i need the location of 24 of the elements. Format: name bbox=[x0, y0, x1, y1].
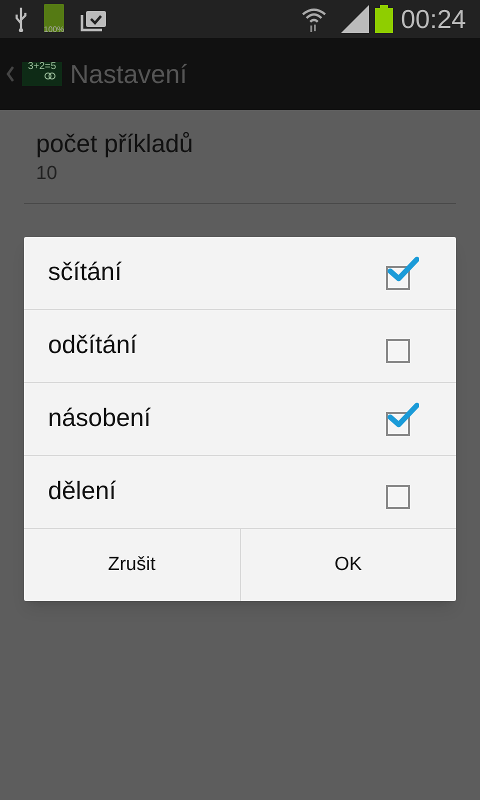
option-label: dělení bbox=[48, 476, 116, 508]
clock: 00:24 bbox=[400, 2, 466, 36]
battery-percent: 100% bbox=[44, 24, 64, 36]
preference-summary: 10 bbox=[36, 162, 58, 186]
option-label: odčítání bbox=[48, 330, 137, 362]
battery-full-icon bbox=[374, 5, 393, 33]
checkbox[interactable] bbox=[386, 402, 420, 436]
dialog-button[interactable]: OK bbox=[240, 529, 456, 601]
option-row[interactable]: dělení bbox=[24, 456, 456, 529]
signal-icon bbox=[340, 5, 369, 33]
option-label: násobení bbox=[48, 403, 151, 434]
option-row[interactable]: odčítání bbox=[24, 310, 456, 383]
app-logo: 3+2=5 bbox=[22, 62, 62, 86]
back-icon[interactable] bbox=[6, 66, 14, 82]
dialog-button[interactable]: Zrušit bbox=[24, 529, 240, 601]
option-row[interactable]: sčítání bbox=[24, 237, 456, 310]
usb-icon bbox=[14, 6, 28, 32]
option-label: sčítání bbox=[48, 257, 122, 288]
checkbox[interactable] bbox=[386, 256, 420, 290]
wifi-icon bbox=[300, 6, 327, 32]
option-row[interactable]: násobení bbox=[24, 383, 456, 456]
battery-icon bbox=[44, 4, 64, 32]
screen-title: Nastavení bbox=[70, 58, 188, 90]
preference-title: počet příkladů bbox=[36, 129, 194, 160]
